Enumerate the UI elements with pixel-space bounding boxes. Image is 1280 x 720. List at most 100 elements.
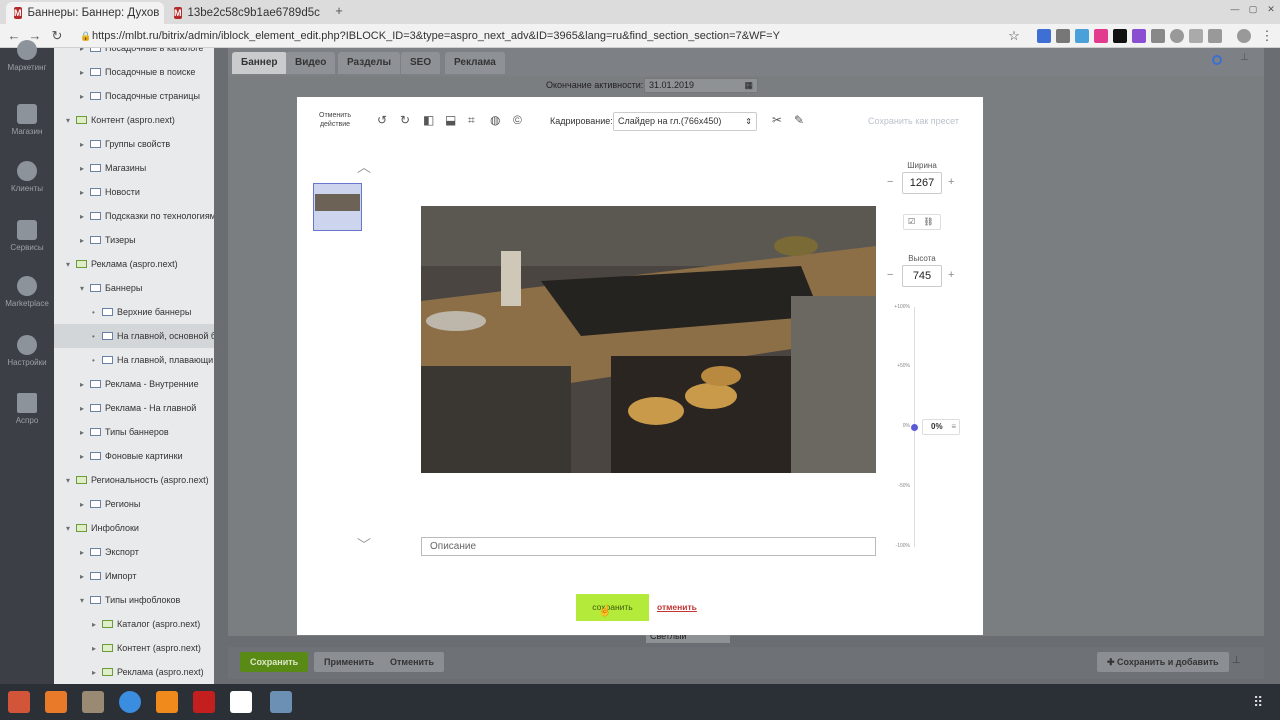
tree-toggle-arrow-icon[interactable]: ▾ [66,469,76,493]
tree-item[interactable]: ▾ Типы инфоблоков [54,588,214,612]
file-manager-icon[interactable] [82,691,104,713]
tree-item[interactable]: ▸ Тизеры [54,228,214,252]
width-decrease-icon[interactable]: − [887,176,893,188]
tree-item[interactable]: ▾ Инфоблоки [54,516,214,540]
address-bar[interactable]: 🔒 https://mlbt.ru/bitrix/admin/iblock_el… [78,26,1028,46]
tree-item[interactable]: ▸ Реклама - На главной [54,396,214,420]
tree-toggle-arrow-icon[interactable]: ▸ [80,445,90,469]
rotate-left-icon[interactable]: ↺ [377,113,387,127]
pin-icon[interactable]: ⊥ [1240,52,1249,63]
tree-toggle-arrow-icon[interactable]: ▸ [80,85,90,109]
tree-item[interactable]: ▸ Экспорт [54,540,214,564]
checkbox-icon[interactable]: ☑ [908,217,915,226]
tree-toggle-arrow-icon[interactable]: ▾ [80,589,90,613]
aspect-lock-toggle[interactable]: ☑ ⛓ [903,214,941,230]
sidebar-item-clients[interactable]: Клиенты [0,161,54,193]
cancel-button[interactable]: Отменить [380,652,444,672]
apply-button[interactable]: Применить [314,652,385,672]
tree-item[interactable]: ▸ Фоновые картинки [54,444,214,468]
editor-save-button[interactable]: сохранить [576,594,649,621]
sidebar-item-marketing[interactable]: Маркетинг [0,40,54,72]
flip-horizontal-icon[interactable]: ◧ [423,113,434,127]
undo-action-label[interactable]: Отменить действие [317,111,353,129]
tree-item[interactable]: ▸ Контент (aspro.next) [54,636,214,660]
filter-icon[interactable]: ◍ [490,113,500,127]
tree-toggle-arrow-icon[interactable]: ▸ [80,157,90,181]
thumbs-up-arrow-icon[interactable]: ︿ [357,157,371,177]
tree-item[interactable]: ▸ Реклама (aspro.next) [54,660,214,684]
extension-icon[interactable] [1075,29,1089,43]
tree-item[interactable]: ▾ Региональность (aspro.next) [54,468,214,492]
sublime-text-icon[interactable] [156,691,178,713]
extension-icon[interactable] [1208,29,1222,43]
tree-item[interactable]: • На главной, основной б [54,324,214,348]
description-input[interactable]: Описание [421,537,876,556]
tree-toggle-arrow-icon[interactable]: ▸ [80,397,90,421]
tree-item[interactable]: ▸ Посадочные в каталоге [54,48,214,60]
save-as-preset-button[interactable]: Сохранить как пресет [868,116,959,126]
extension-globe-icon[interactable] [1170,29,1184,43]
tree-toggle-arrow-icon[interactable]: ▾ [80,277,90,301]
extension-icon[interactable] [1094,29,1108,43]
new-tab-icon[interactable]: + [330,2,348,20]
sidebar-item-marketplace[interactable]: Marketplace [0,276,54,308]
tree-toggle-arrow-icon[interactable]: ▸ [92,613,102,637]
tab-banner[interactable]: Баннер [232,52,287,74]
tab-video[interactable]: Видео [286,52,336,74]
tree-item[interactable]: ▸ Реклама - Внутренние [54,372,214,396]
extension-icon[interactable] [1151,29,1165,43]
tree-toggle-arrow-icon[interactable]: ▸ [80,373,90,397]
tree-toggle-arrow-icon[interactable]: ▸ [80,133,90,157]
tree-toggle-arrow-icon[interactable]: ▸ [92,637,102,661]
settings-circle-icon[interactable] [1212,55,1222,65]
brightness-slider-handle[interactable] [911,424,918,431]
tree-toggle-arrow-icon[interactable]: ▸ [80,229,90,253]
app-store-icon[interactable] [45,691,67,713]
sidebar-item-settings[interactable]: Настройки [0,335,54,367]
maximize-window-icon[interactable]: ▢ [1244,0,1262,18]
tree-toggle-arrow-icon[interactable]: ▸ [80,541,90,565]
tree-item[interactable]: ▸ Импорт [54,564,214,588]
tree-toggle-arrow-icon[interactable]: ▸ [80,421,90,445]
close-window-icon[interactable]: ✕ [1262,0,1280,18]
height-decrease-icon[interactable]: − [887,269,893,281]
profile-avatar-icon[interactable] [1237,29,1251,43]
active-end-input[interactable]: 31.01.2019 ▦ [644,78,758,93]
tree-item[interactable]: ▸ Новости [54,180,214,204]
tree-toggle-arrow-icon[interactable]: ▸ [80,61,90,85]
calendar-icon[interactable]: ▦ [744,79,753,92]
tree-item[interactable]: ▾ Реклама (aspro.next) [54,252,214,276]
tree-item[interactable]: ▸ Посадочные в поиске [54,60,214,84]
width-input[interactable]: 1267 [902,172,942,194]
copyright-icon[interactable]: © [513,113,522,127]
tree-item[interactable]: ▸ Магазины [54,156,214,180]
tree-item[interactable]: ▸ Типы баннеров [54,420,214,444]
rotate-right-icon[interactable]: ↻ [400,113,410,127]
thumbs-down-arrow-icon[interactable]: ﹀ [357,535,371,555]
image-thumbnail[interactable] [313,183,362,231]
extension-icon[interactable] [1132,29,1146,43]
close-tab-icon[interactable]: ✕ [159,6,164,20]
filezilla-icon[interactable] [193,691,215,713]
crop-preset-select[interactable]: Слайдер на гл.(766x450) ⇕ [613,112,757,131]
kitchen-oven-photo[interactable] [421,206,876,473]
sidebar-item-shop[interactable]: Магазин [0,104,54,136]
tree-item[interactable]: ▸ Посадочные страницы [54,84,214,108]
height-input[interactable]: 745 [902,265,942,287]
extension-camera-icon[interactable] [1056,29,1070,43]
tree-item[interactable]: ▸ Регионы [54,492,214,516]
chrome-browser-icon[interactable] [119,691,141,713]
tree-toggle-arrow-icon[interactable]: ▸ [92,661,102,684]
scissors-icon[interactable]: ✂ [772,113,782,127]
editor-cancel-button[interactable]: отменить [657,602,697,612]
tree-toggle-arrow-icon[interactable]: ▸ [80,205,90,229]
flip-vertical-icon[interactable]: ⬓ [445,113,456,127]
extension-flag-icon[interactable] [1037,29,1051,43]
tree-item[interactable]: ▾ Баннеры [54,276,214,300]
tree-item[interactable]: ▸ Подсказки по технологиям [54,204,214,228]
crop-icon[interactable]: ⌗ [468,113,475,128]
height-increase-icon[interactable]: + [948,269,954,281]
extension-icon[interactable] [1113,29,1127,43]
minimize-window-icon[interactable]: — [1226,0,1244,18]
brightness-value-badge[interactable]: 0% ≡ [922,419,960,435]
